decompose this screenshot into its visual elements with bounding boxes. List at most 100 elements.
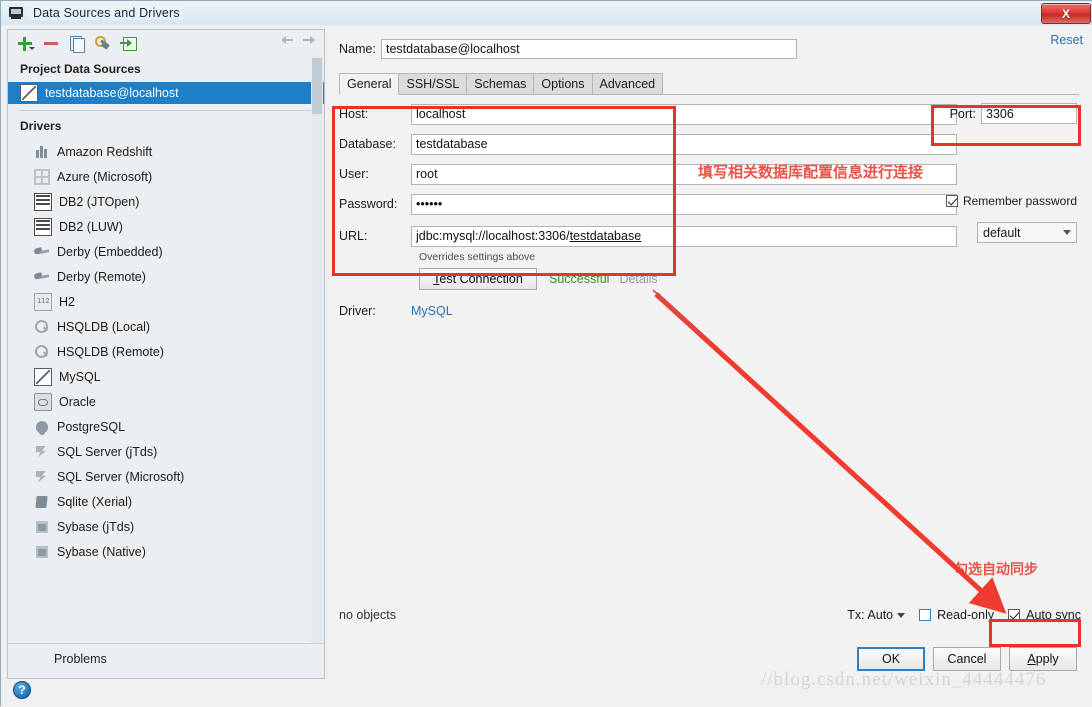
project-data-sources-header: Project Data Sources: [20, 62, 141, 76]
url-row: URL: jdbc:mysql://localhost:3306/testdat…: [339, 219, 1081, 253]
h2-icon: 112: [34, 292, 52, 311]
wrench-icon[interactable]: [92, 33, 114, 53]
help-button[interactable]: ?: [13, 681, 31, 699]
close-button[interactable]: X: [1041, 3, 1091, 24]
driver-item-db2-jtopen[interactable]: DB2 (JTOpen): [8, 189, 324, 214]
azure-icon: [34, 168, 50, 185]
remove-data-source-button[interactable]: [40, 33, 62, 53]
status-bar: no objects Tx: Auto Read-only Auto sync: [339, 603, 1081, 627]
auto-sync-checkbox[interactable]: Auto sync: [1008, 608, 1081, 622]
import-data-source-button[interactable]: [118, 33, 140, 53]
url-label: URL:: [339, 229, 368, 243]
tab-options[interactable]: Options: [533, 73, 593, 94]
driver-item-mysql[interactable]: MySQL: [8, 364, 324, 389]
test-status-label: Successful: [549, 272, 610, 286]
driver-item-sybase-native[interactable]: Sybase (Native): [8, 539, 324, 564]
driver-item-amazon-redshift[interactable]: Amazon Redshift: [8, 139, 324, 164]
driver-item-sqlite-xerial[interactable]: Sqlite (Xerial): [8, 489, 324, 514]
problems-label: Problems: [54, 652, 107, 666]
sybase-icon: [34, 544, 50, 560]
mysql-icon: [34, 367, 52, 386]
window-title: Data Sources and Drivers: [30, 6, 183, 20]
driver-label: Amazon Redshift: [57, 144, 153, 159]
driver-label: Oracle: [59, 394, 96, 409]
password-row: Password: •••••• Remember password: [339, 189, 1081, 219]
tx-mode-dropdown[interactable]: Tx: Auto: [847, 608, 906, 622]
driver-item-azure[interactable]: Azure (Microsoft): [8, 164, 324, 189]
copy-data-source-button[interactable]: [66, 33, 88, 53]
tab-ssh-ssl[interactable]: SSH/SSL: [398, 73, 468, 94]
url-database: testdatabase: [569, 229, 642, 243]
checkbox-icon: [945, 195, 958, 207]
driver-label: DB2 (LUW): [59, 219, 123, 234]
tab-schemas[interactable]: Schemas: [466, 73, 535, 94]
postgresql-icon: [34, 419, 50, 435]
driver-item-sqlserver-jtds[interactable]: SQL Server (jTds): [8, 439, 324, 464]
name-input[interactable]: [381, 39, 797, 59]
driver-item-hsqldb-local[interactable]: HSQLDB (Local): [8, 314, 324, 339]
data-source-editor: Name: Reset General SSH/SSL Schemas Opti…: [331, 29, 1087, 679]
database-input[interactable]: testdatabase: [411, 133, 957, 155]
reset-link[interactable]: Reset: [1050, 33, 1083, 47]
editor-tabs: General SSH/SSL Schemas Options Advanced: [339, 73, 1079, 95]
db2-icon: [34, 217, 52, 236]
window-icon: [8, 5, 24, 21]
driver-item-sqlserver-microsoft[interactable]: SQL Server (Microsoft): [8, 464, 324, 489]
hsqldb-icon: [34, 319, 50, 335]
objects-label: no objects: [339, 608, 396, 622]
data-source-label: testdatabase@localhost: [45, 86, 179, 100]
driver-item-postgresql[interactable]: PostgreSQL: [8, 414, 324, 439]
sidebar-item-testdatabase[interactable]: testdatabase@localhost: [8, 82, 324, 104]
driver-item-sybase-jtds[interactable]: Sybase (jTds): [8, 514, 324, 539]
driver-label: PostgreSQL: [57, 419, 126, 434]
driver-label: SQL Server (jTds): [57, 444, 158, 459]
apply-mnemonic: A: [1027, 652, 1036, 666]
user-label: User:: [339, 167, 369, 181]
mysql-icon: [20, 84, 38, 102]
driver-label: MySQL: [59, 369, 101, 384]
auto-sync-label-rest: ync: [1061, 608, 1081, 622]
general-form: Host: localhost Port: 3306 Database: tes…: [339, 99, 1081, 318]
chevron-down-icon: [897, 612, 906, 618]
apply-button[interactable]: Apply: [1009, 647, 1077, 671]
driver-item-db2-luw[interactable]: DB2 (LUW): [8, 214, 324, 239]
db2-icon: [34, 192, 52, 211]
name-label: Name:: [339, 42, 376, 56]
chevron-down-icon: [1063, 230, 1071, 235]
apply-label-rest: pply: [1035, 652, 1059, 666]
read-only-checkbox[interactable]: Read-only: [919, 608, 994, 622]
driver-value-link[interactable]: MySQL: [411, 304, 453, 318]
hsqldb-icon: [34, 344, 50, 360]
port-input[interactable]: 3306: [981, 103, 1077, 124]
driver-label: Sqlite (Xerial): [57, 494, 133, 509]
driver-item-derby-embedded[interactable]: Derby (Embedded): [8, 239, 324, 264]
test-connection-button[interactable]: Test Connection: [419, 268, 537, 290]
navigate-forward-button[interactable]: [302, 33, 316, 47]
host-label: Host:: [339, 107, 369, 121]
password-input[interactable]: ••••••: [411, 193, 957, 215]
database-label: Database:: [339, 137, 396, 151]
port-label: Port:: [949, 106, 976, 121]
url-scheme-select[interactable]: default: [977, 222, 1077, 243]
tab-general[interactable]: General: [339, 73, 400, 95]
details-link[interactable]: Details: [619, 272, 657, 286]
navigate-back-button[interactable]: [280, 33, 294, 47]
add-data-source-button[interactable]: [14, 33, 36, 53]
ok-button[interactable]: OK: [857, 647, 925, 671]
remember-password-checkbox[interactable]: Remember password: [945, 194, 1077, 208]
tab-advanced[interactable]: Advanced: [591, 73, 664, 94]
driver-item-hsqldb-remote[interactable]: HSQLDB (Remote): [8, 339, 324, 364]
data-sources-panel: Project Data Sources testdatabase@localh…: [7, 29, 325, 679]
scrollbar-thumb[interactable]: [312, 58, 322, 114]
user-row: User: root: [339, 159, 1081, 189]
host-input[interactable]: localhost: [411, 103, 957, 125]
driver-item-h2[interactable]: 112 H2: [8, 289, 324, 314]
sidebar-scrollbar[interactable]: [311, 56, 323, 644]
driver-item-oracle[interactable]: Oracle: [8, 389, 324, 414]
driver-row: Driver: MySQL: [339, 304, 1081, 318]
driver-label: HSQLDB (Remote): [57, 344, 164, 359]
user-input[interactable]: root: [411, 163, 957, 185]
cancel-button[interactable]: Cancel: [933, 647, 1001, 671]
url-input[interactable]: jdbc:mysql://localhost:3306/testdatabase: [411, 225, 957, 247]
driver-item-derby-remote[interactable]: Derby (Remote): [8, 264, 324, 289]
